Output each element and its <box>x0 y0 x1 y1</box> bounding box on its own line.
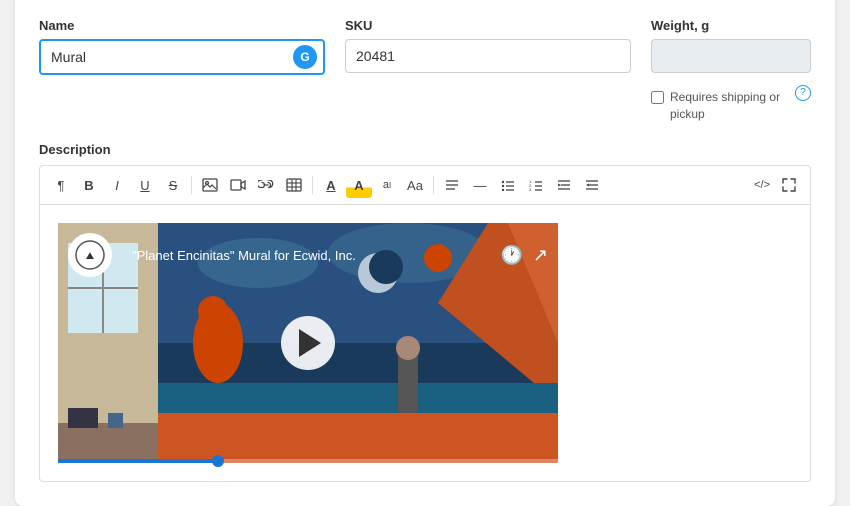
name-input[interactable] <box>39 39 325 75</box>
editor-content[interactable]: ⛰ "Planet Encinitas" Mural for Ecwid, In… <box>39 204 811 482</box>
video-logo: ⛰ <box>68 233 112 277</box>
toolbar-ol[interactable]: 1.2.3. <box>523 172 549 198</box>
video-progress-dot <box>212 455 224 467</box>
video-title: "Planet Encinitas" Mural for Ecwid, Inc. <box>132 248 356 263</box>
weight-field-group: Weight, g Requires shipping or pickup ? <box>651 18 811 123</box>
svg-text:⛰: ⛰ <box>86 251 95 262</box>
toolbar-underline[interactable]: U <box>132 172 158 198</box>
weight-input[interactable] <box>651 39 811 73</box>
video-progress-bar[interactable] <box>58 459 558 463</box>
sku-field-group: SKU <box>345 18 631 73</box>
toolbar-link[interactable] <box>253 172 279 198</box>
product-form-card: Name G SKU Weight, g Req <box>15 0 835 506</box>
toolbar-divider-3 <box>433 176 434 194</box>
toolbar-align[interactable] <box>439 172 465 198</box>
name-input-wrapper: G <box>39 39 325 75</box>
toolbar-html[interactable]: </> <box>750 172 774 198</box>
toolbar-case[interactable]: Aa <box>402 172 428 198</box>
sku-label: SKU <box>345 18 631 33</box>
toolbar-text-bg[interactable]: A <box>346 172 372 198</box>
clock-icon[interactable]: 🕐 <box>500 245 522 266</box>
toolbar-text-color[interactable]: A <box>318 172 344 198</box>
weight-label: Weight, g <box>651 18 811 33</box>
toolbar-ul[interactable] <box>495 172 521 198</box>
toolbar-italic[interactable]: I <box>104 172 130 198</box>
requires-shipping-row: Requires shipping or pickup <box>651 89 787 123</box>
svg-text:3.: 3. <box>529 187 532 191</box>
toolbar-bold[interactable]: B <box>76 172 102 198</box>
sku-input-wrapper <box>345 39 631 73</box>
video-top-icons: 🕐 ↗ <box>500 245 548 266</box>
video-progress-fill <box>58 459 218 463</box>
description-section: Description ¶ B I U S A A aI A <box>39 142 811 482</box>
name-label: Name <box>39 18 325 33</box>
toolbar-indent[interactable] <box>551 172 577 198</box>
info-icon[interactable]: ? <box>795 85 811 101</box>
weight-input-wrapper <box>651 39 811 73</box>
name-field-group: Name G <box>39 18 325 75</box>
toolbar-fullscreen[interactable] <box>776 172 802 198</box>
video-embed[interactable]: ⛰ "Planet Encinitas" Mural for Ecwid, In… <box>58 223 558 463</box>
requires-shipping-checkbox[interactable] <box>651 91 664 104</box>
toolbar-hr[interactable]: — <box>467 172 493 198</box>
share-icon[interactable]: ↗ <box>533 245 548 266</box>
toolbar-video[interactable] <box>225 172 251 198</box>
toolbar-divider-2 <box>312 176 313 194</box>
description-label: Description <box>39 142 811 157</box>
editor-toolbar: ¶ B I U S A A aI Aa <box>39 165 811 204</box>
play-triangle <box>299 329 321 357</box>
toolbar-paragraph[interactable]: ¶ <box>48 172 74 198</box>
video-overlay: ⛰ "Planet Encinitas" Mural for Ecwid, In… <box>58 223 558 287</box>
fields-row: Name G SKU Weight, g Req <box>39 18 811 123</box>
sku-input[interactable] <box>345 39 631 73</box>
toolbar-superscript[interactable]: aI <box>374 172 400 198</box>
toolbar-outdent[interactable] <box>579 172 605 198</box>
toolbar-strikethrough[interactable]: S <box>160 172 186 198</box>
toolbar-divider-1 <box>191 176 192 194</box>
requires-shipping-label: Requires shipping or pickup <box>670 89 787 123</box>
toolbar-image[interactable] <box>197 172 223 198</box>
play-button[interactable] <box>281 316 335 370</box>
g-icon[interactable]: G <box>293 45 317 69</box>
toolbar-table[interactable] <box>281 172 307 198</box>
